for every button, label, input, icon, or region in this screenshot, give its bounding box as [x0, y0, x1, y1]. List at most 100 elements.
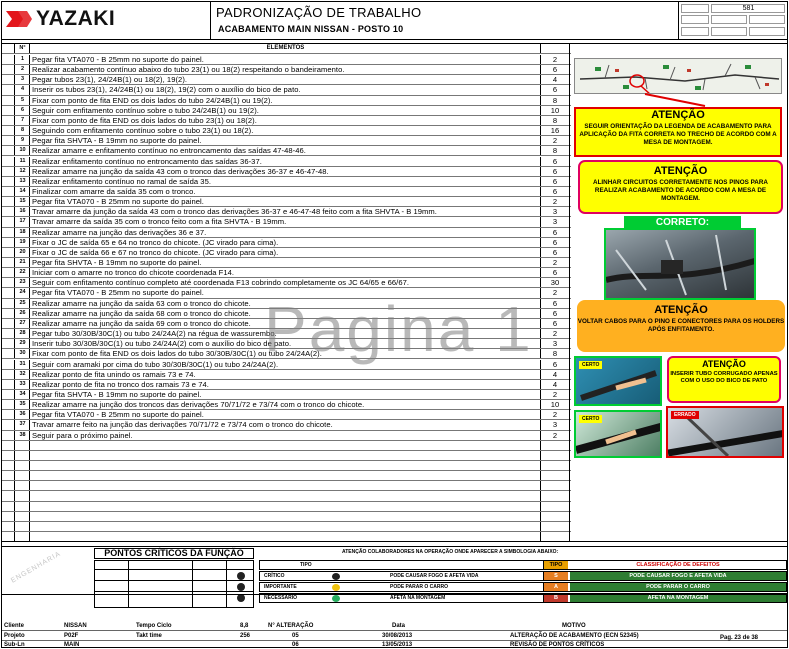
- row-time: 6: [540, 176, 569, 186]
- row-time: [540, 440, 569, 450]
- row-element-text: Realizar amarre na junção da saída 68 co…: [32, 308, 251, 318]
- row-time: 4: [540, 75, 569, 85]
- row-number: 19: [16, 237, 30, 247]
- row-number: 33: [16, 379, 30, 389]
- row-time: 8: [540, 146, 569, 156]
- row-time: 6: [540, 156, 569, 166]
- row-element-text: Travar amarre da saída 35 com o tronco f…: [32, 217, 287, 227]
- table-row: 16 Travar amarre da junção da saída 43 co…: [2, 207, 571, 218]
- row-time: 10: [540, 400, 569, 410]
- row-element-text: Realizar ponto de fita unindo os ramais …: [32, 369, 196, 379]
- footer-row-1: Cliente NISSAN Tempo Ciclo 8,8 N° ALTERA…: [2, 622, 787, 631]
- row-number: 16: [16, 207, 30, 217]
- row-number: 17: [16, 217, 30, 227]
- table-row: [2, 481, 571, 492]
- row-number: 4: [16, 85, 30, 95]
- table-row: 26 Realizar amarre na junção da saída 68 …: [2, 308, 571, 319]
- table-row: 36 Pegar fita VTA070 - B 25mm no suporte …: [2, 410, 571, 421]
- table-row: 34 Pegar fita SHVTA - B 19mm no suporte d…: [2, 389, 571, 401]
- row-time: [540, 511, 569, 521]
- row-element-text: Fixar com ponto de fita END os dois lado…: [32, 95, 273, 105]
- row-number: [16, 491, 30, 501]
- page-subtitle: ACABAMENTO MAIN NISSAN - POSTO 10: [218, 24, 404, 34]
- row-number: 28: [16, 329, 30, 339]
- sheet-header: YAZAKI PADRONIZAÇÃO DE TRABALHO ACABAMEN…: [2, 2, 787, 40]
- table-row: 8 Seguindo com enfitamento contínuo sobre…: [2, 126, 571, 137]
- row-element-text: [32, 471, 539, 480]
- row-time: [540, 501, 569, 511]
- defect-class-s: S PODE CAUSAR FOGO E AFETA VIDA: [543, 571, 787, 581]
- row-number: [16, 481, 30, 491]
- row-element-text: Seguir com aramaki por cima do tubo 30/3…: [32, 359, 279, 369]
- footer-row-3: Sub-Ln MAIN 06 13/05/2013 REVISÃO DE PON…: [4, 642, 605, 648]
- row-number: [16, 461, 30, 471]
- row-number: 5: [16, 95, 30, 105]
- table-row: [2, 471, 571, 482]
- visual-aids-panel: ATENÇÃO SEGUIR ORIENTAÇÃO DA LEGENDA DE …: [571, 44, 787, 541]
- table-row: 38 Seguir para o próximo painel. 2: [2, 430, 571, 441]
- table-row: [2, 511, 571, 522]
- table-row: 2 Realizar acabamento contínuo abaixo do …: [2, 65, 571, 76]
- row-time: 3: [540, 420, 569, 430]
- row-number: [16, 532, 30, 542]
- row-number: 21: [16, 258, 30, 268]
- table-row: 28 Pegar tubo 30/30B/30C(1) ou tubo 24/24…: [2, 329, 571, 340]
- table-row: 27 Realizar amarre na junção da saída 69 …: [2, 318, 571, 329]
- importante-icon: [332, 584, 340, 591]
- row-element-text: [32, 451, 539, 460]
- table-row: 20 Fixar o JC de saída 66 e 67 no tronco …: [2, 247, 571, 258]
- row-number: 24: [16, 288, 30, 298]
- row-time: 6: [540, 247, 569, 257]
- row-time: 16: [540, 126, 569, 136]
- engineering-stamp: ENGENHARIA: [10, 550, 63, 585]
- document-control-box: 581: [678, 2, 787, 40]
- row-time: 3: [540, 217, 569, 227]
- row-element-text: Realizar enfitamento contínuo no entronc…: [32, 156, 262, 166]
- row-time: 6: [540, 318, 569, 328]
- work-standard-sheet: YAZAKI PADRONIZAÇÃO DE TRABALHO ACABAMEN…: [1, 1, 788, 648]
- row-time: 6: [540, 85, 569, 95]
- row-number: 12: [16, 166, 30, 176]
- table-row: 21 Pegar fita SHVTA - B 19mm no suporte d…: [2, 258, 571, 269]
- row-element-text: [32, 502, 539, 511]
- row-number: 15: [16, 197, 30, 207]
- table-row: 13 Realizar enfitamento contínuo no ramal…: [2, 176, 571, 187]
- sheet-footer: Cliente NISSAN Tempo Ciclo 8,8 N° ALTERA…: [2, 594, 787, 649]
- row-time: 6: [540, 227, 569, 237]
- row-element-text: Realizar enfitamento contínuo no ramal d…: [32, 176, 212, 186]
- table-row: 33 Realizar ponto de fita no tronco dos r…: [2, 379, 571, 390]
- row-number: 31: [16, 359, 30, 369]
- table-row: 30 Fixar com ponto de fita END os dois la…: [2, 349, 571, 360]
- row-element-text: Inserir os tubos 23(1), 24/24B(1) ou 18(…: [32, 85, 301, 95]
- row-number: 30: [16, 349, 30, 359]
- row-number: 23: [16, 278, 30, 288]
- row-element-text: [32, 441, 539, 450]
- row-number: 20: [16, 247, 30, 257]
- row-time: 2: [540, 197, 569, 207]
- table-row: 35 Realizar amarre na junção dos troncos …: [2, 400, 571, 411]
- row-element-text: Pegar fita SHVTA - B 19mm no suporte do …: [32, 136, 202, 146]
- row-time: [540, 532, 569, 542]
- row-time: 6: [540, 268, 569, 278]
- table-row: 10 Realizar amarre e enfitamento contínuo…: [2, 146, 571, 157]
- row-number: [16, 471, 30, 481]
- row-time: 2: [540, 329, 569, 339]
- row-number: 8: [16, 126, 30, 136]
- row-element-text: Seguir com enfitamento contínuo completo…: [32, 278, 410, 288]
- row-element-text: [32, 491, 539, 500]
- row-element-text: Pegar fita VTA070 - B 25mm no suporte do…: [32, 410, 204, 420]
- legend-header: TIPO: [259, 560, 544, 570]
- row-element-text: Realizar ponto de fita no tronco dos ram…: [32, 379, 209, 389]
- table-row: [2, 501, 571, 512]
- attention-box-tape-legend: ATENÇÃO SEGUIR ORIENTAÇÃO DA LEGENDA DE …: [574, 107, 782, 157]
- table-header: N° ELEMENTOS: [2, 44, 571, 54]
- row-time: 3: [540, 339, 569, 349]
- row-time: 8: [540, 95, 569, 105]
- row-element-text: Pegar fita SHVTA - B 19mm no suporte do …: [32, 389, 202, 399]
- row-number: 22: [16, 268, 30, 278]
- row-number: 35: [16, 400, 30, 410]
- row-element-text: [32, 481, 539, 490]
- row-element-text: [32, 461, 539, 470]
- row-number: 32: [16, 369, 30, 379]
- row-number: 13: [16, 176, 30, 186]
